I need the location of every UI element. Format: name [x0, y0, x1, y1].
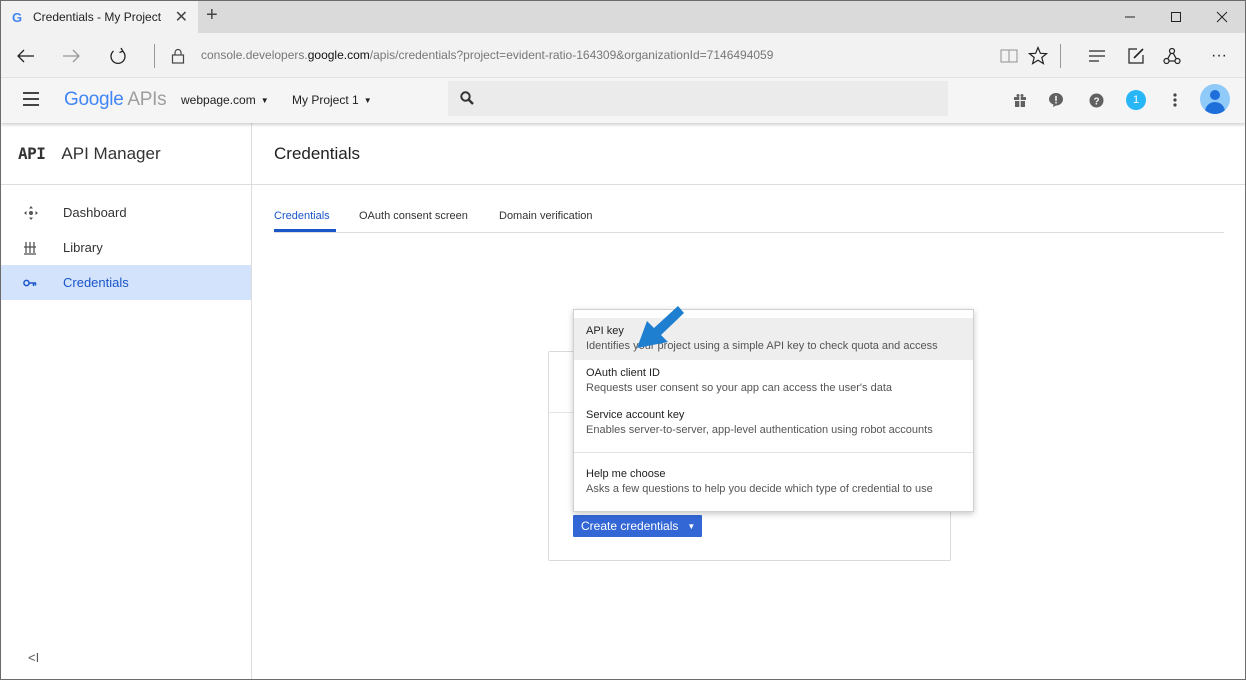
browser-tab[interactable]: G Credentials - My Project ✕ — [1, 1, 198, 33]
page-header: Credentials — [252, 123, 1245, 185]
account-avatar[interactable] — [1200, 84, 1230, 114]
sidebar-nav: Dashboard Library Credentials — [1, 195, 251, 300]
maximize-icon[interactable] — [1153, 1, 1199, 33]
google-favicon-icon: G — [12, 9, 23, 25]
search-icon — [460, 91, 474, 105]
menu-item-service-account-key[interactable]: Service account key Enables server-to-se… — [574, 402, 973, 444]
google-apis-header: Google APIs webpage.com ▼ My Project 1 ▼ ?… — [1, 78, 1245, 123]
url-domain: google.com — [307, 48, 370, 62]
feedback-icon[interactable] — [1046, 90, 1066, 110]
organization-name: webpage.com — [181, 93, 256, 107]
tab-domain-verification[interactable]: Domain verification — [499, 210, 593, 222]
notification-badge[interactable]: 1 — [1126, 90, 1146, 110]
menu-divider — [574, 452, 973, 453]
favorite-star-icon[interactable] — [1023, 41, 1053, 71]
active-tab-indicator — [274, 229, 336, 232]
hamburger-menu-icon[interactable] — [23, 92, 39, 106]
main-content: Credentials Credentials OAuth consent sc… — [252, 123, 1245, 679]
pointer-arrow-icon — [637, 306, 684, 348]
menu-item-oauth-client-id[interactable]: OAuth client ID Requests user consent so… — [574, 360, 973, 402]
minimize-icon[interactable] — [1107, 1, 1153, 33]
tab-oauth-consent-screen[interactable]: OAuth consent screen — [359, 210, 468, 222]
gift-icon[interactable] — [1010, 90, 1030, 110]
new-tab-button[interactable]: + — [206, 4, 218, 27]
url-prefix: console.developers. — [201, 48, 308, 62]
close-tab-icon[interactable]: ✕ — [175, 7, 188, 27]
sidebar-title: API Manager — [61, 143, 161, 163]
sidebar-item-label: Credentials — [63, 275, 129, 290]
more-options-icon[interactable]: ··· — [1204, 41, 1234, 71]
hub-icon[interactable] — [1082, 41, 1112, 71]
menu-item-title: Help me choose — [586, 468, 666, 480]
library-icon — [23, 241, 47, 255]
address-bar[interactable]: console.developers.google.com/apis/crede… — [201, 48, 773, 62]
reading-view-icon[interactable] — [994, 41, 1024, 71]
project-selector[interactable]: My Project 1 ▼ — [292, 93, 372, 107]
caret-down-icon: ▼ — [260, 96, 269, 105]
help-icon[interactable]: ? — [1086, 90, 1106, 110]
sidebar-item-library[interactable]: Library — [1, 230, 251, 265]
lock-icon — [163, 41, 193, 71]
api-logo: API — [18, 144, 46, 163]
key-icon — [23, 278, 47, 288]
caret-down-icon: ▼ — [687, 521, 696, 531]
sidebar-item-label: Library — [63, 240, 103, 255]
page-title: Credentials — [274, 143, 360, 163]
menu-item-description: Enables server-to-server, app-level auth… — [586, 424, 933, 436]
close-window-icon[interactable] — [1199, 1, 1245, 33]
collapse-sidebar-icon[interactable]: <I — [28, 650, 39, 665]
organization-selector[interactable]: webpage.com ▼ — [181, 93, 269, 107]
search-input[interactable] — [448, 81, 948, 116]
tab-credentials[interactable]: Credentials — [274, 210, 330, 222]
more-vert-icon[interactable] — [1165, 90, 1185, 110]
title-bar: G Credentials - My Project ✕ + — [1, 1, 1245, 33]
forward-arrow-icon[interactable] — [56, 41, 86, 71]
menu-item-description: Asks a few questions to help you decide … — [586, 483, 933, 495]
google-apis-logo[interactable]: Google APIs — [64, 89, 167, 111]
project-name: My Project 1 — [292, 93, 359, 107]
back-arrow-icon[interactable] — [11, 41, 41, 71]
menu-item-help-me-choose[interactable]: Help me choose Asks a few questions to h… — [574, 461, 973, 503]
web-note-icon[interactable] — [1121, 41, 1151, 71]
sidebar-item-dashboard[interactable]: Dashboard — [1, 195, 251, 230]
menu-item-title: OAuth client ID — [586, 367, 660, 379]
caret-down-icon: ▼ — [363, 96, 372, 105]
address-separator — [154, 44, 155, 68]
sidebar: API API Manager Dashboard Library Creden… — [1, 123, 252, 679]
create-credentials-label: Create credentials — [581, 519, 679, 533]
url-path: /apis/credentials?project=evident-ratio-… — [369, 48, 774, 62]
sidebar-item-credentials[interactable]: Credentials — [1, 265, 251, 300]
tab-title: Credentials - My Project — [33, 10, 162, 24]
create-credentials-button[interactable]: Create credentials ▼ — [573, 515, 702, 537]
sidebar-header: API API Manager — [1, 123, 251, 185]
browser-window: G Credentials - My Project ✕ + console.d… — [0, 0, 1246, 680]
tab-bar: Credentials OAuth consent screen Domain … — [274, 185, 1224, 233]
logo-apis-text: APIs — [123, 89, 167, 110]
menu-item-title: Service account key — [586, 409, 685, 421]
share-icon[interactable] — [1157, 41, 1187, 71]
dashboard-icon — [23, 205, 47, 221]
refresh-icon[interactable] — [103, 41, 133, 71]
sidebar-item-label: Dashboard — [63, 205, 127, 220]
menu-item-description: Requests user consent so your app can ac… — [586, 382, 892, 394]
svg-text:?: ? — [1093, 96, 1099, 107]
logo-google-text: Google — [64, 89, 124, 110]
browser-navbar: console.developers.google.com/apis/crede… — [1, 33, 1245, 78]
toolbar-separator — [1060, 44, 1061, 68]
